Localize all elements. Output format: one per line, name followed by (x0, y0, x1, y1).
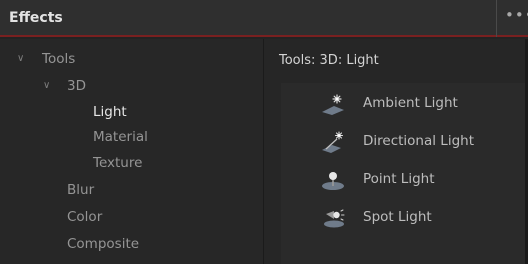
point-light-icon (322, 172, 344, 190)
effect-item-ambient-light[interactable]: Ambient Light (281, 85, 528, 123)
tree-item-blur[interactable]: Blur (0, 178, 263, 202)
tree-item-light[interactable]: Light (0, 100, 263, 124)
effect-label: Ambient Light (363, 95, 458, 111)
tree-item-color[interactable]: Color (0, 205, 263, 229)
chevron-down-icon[interactable]: ∨ (17, 47, 24, 71)
spot-light-icon (324, 209, 345, 228)
tree-item-label: Material (93, 129, 148, 145)
tree-item-tools[interactable]: ∨ Tools (0, 47, 263, 71)
tree-item-label: Texture (93, 155, 143, 171)
tree-item-label: Color (67, 209, 103, 225)
effect-label: Directional Light (363, 133, 474, 149)
effect-item-directional-light[interactable]: Directional Light (281, 123, 528, 161)
effects-content: Tools: 3D: Light Ambient Light Direction… (264, 39, 528, 264)
directional-light-icon (322, 131, 344, 153)
effect-label: Spot Light (363, 209, 432, 225)
tree-item-composite[interactable]: Composite (0, 232, 263, 256)
category-tree: ∨ Tools ∨ 3D Light Material Texture Blur… (0, 39, 263, 264)
header-divider (496, 0, 497, 37)
tree-item-material[interactable]: Material (0, 125, 263, 149)
more-options-button[interactable]: ••• (505, 6, 528, 24)
effects-panel: Effects ••• ∨ Tools ∨ 3D Light Material … (0, 0, 528, 264)
ambient-light-icon (322, 94, 344, 115)
panel-header: Effects ••• (0, 0, 528, 37)
tree-item-label: Composite (67, 236, 140, 252)
tree-item-label: Light (93, 104, 127, 120)
effects-list: Ambient Light Directional Light Point Li… (281, 83, 528, 264)
tree-item-texture[interactable]: Texture (0, 151, 263, 175)
effect-item-spot-light[interactable]: Spot Light (281, 199, 528, 237)
panel-title: Effects (9, 10, 63, 26)
tree-item-3d[interactable]: ∨ 3D (0, 74, 263, 98)
chevron-down-icon[interactable]: ∨ (43, 74, 50, 98)
tree-item-label: 3D (67, 78, 86, 94)
tree-item-label: Blur (67, 182, 95, 198)
effect-item-point-light[interactable]: Point Light (281, 161, 528, 199)
effect-label: Point Light (363, 171, 435, 187)
tree-item-label: Tools (42, 51, 76, 67)
breadcrumb: Tools: 3D: Light (279, 53, 379, 68)
